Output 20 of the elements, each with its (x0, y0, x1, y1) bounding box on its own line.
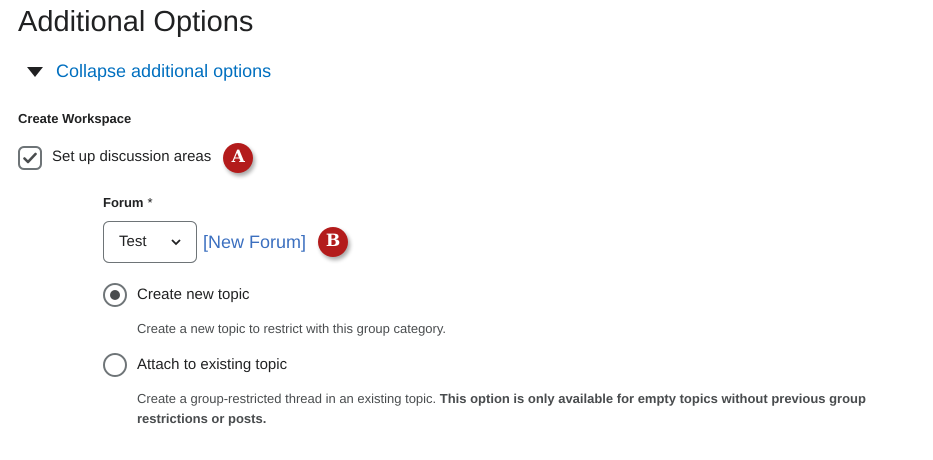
callout-badge: A (223, 142, 254, 172)
section-label: Create Workspace (18, 110, 132, 128)
checkbox[interactable] (18, 146, 42, 170)
required-mark: * (147, 194, 153, 212)
radio-button[interactable] (103, 283, 127, 307)
checkbox-label: Set up discussion areas (52, 147, 212, 168)
forum-dropdown[interactable]: Test (103, 221, 197, 263)
page-heading: Additional Options (18, 5, 254, 40)
new-forum-link[interactable]: [New Forum] (203, 228, 306, 256)
radio-label: Create new topic (137, 284, 250, 305)
option-description: Create a group-restricted thread in an existing topic. This option is only available for empty topics without previous group restrictions or posts. (137, 390, 867, 428)
callout-badge: B (318, 227, 348, 257)
radio-button[interactable] (103, 353, 127, 377)
checkmark-icon (23, 152, 37, 164)
option-description: Create a new topic to restrict with this group category. (137, 320, 448, 338)
radio-label: Attach to existing topic (137, 354, 288, 375)
field-label: Forum (103, 194, 144, 212)
collapse-link[interactable]: Collapse additional options (56, 58, 272, 85)
caret-icon[interactable] (26, 66, 44, 78)
chevron-icon (170, 238, 182, 246)
